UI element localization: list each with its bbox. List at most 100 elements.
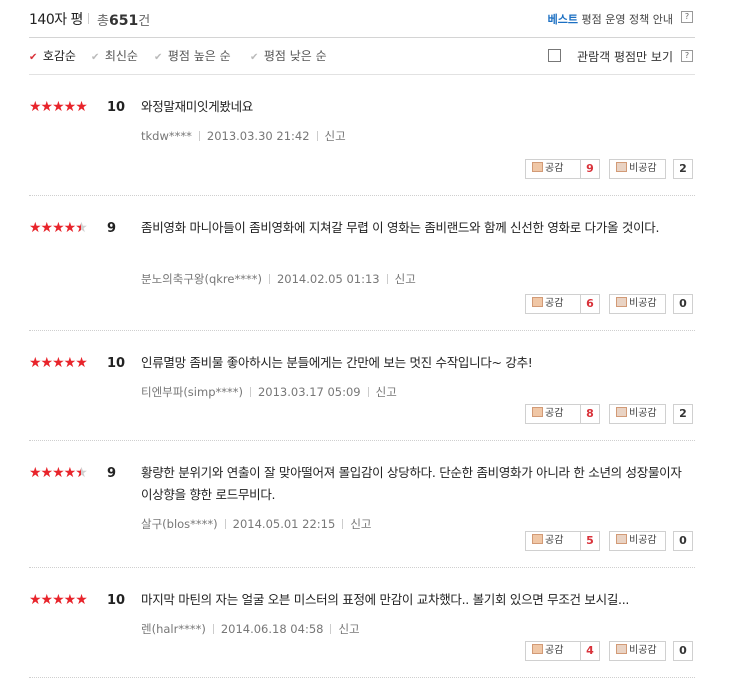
review-text: 마지막 마틴의 자는 얼굴 오븐 미스터의 표정에 만감이 교차했다.. 볼기회… — [141, 592, 630, 607]
review-date: 2013.03.17 05:09 — [257, 385, 361, 399]
report-link[interactable]: 신고 — [350, 517, 371, 531]
dislike-button[interactable]: 비공감 — [609, 404, 666, 424]
divider — [212, 624, 214, 634]
policy-label: 평점 운영 정책 안내 — [581, 13, 673, 26]
thumbs-up-icon — [532, 297, 543, 307]
like-label: 공감 — [545, 408, 564, 419]
dislike-count: 2 — [673, 159, 693, 179]
thumbs-up-icon — [532, 644, 543, 654]
review-score: 9 — [107, 221, 117, 236]
dislike-count: 0 — [673, 294, 693, 314]
report-link[interactable]: 신고 — [376, 385, 397, 399]
like-count: 5 — [580, 531, 600, 551]
help-icon[interactable]: ? — [681, 50, 693, 62]
like-count: 4 — [580, 641, 600, 661]
divider — [316, 131, 318, 141]
divider — [249, 387, 251, 397]
section-title: 140자 평 — [29, 12, 83, 28]
divider — [224, 519, 226, 529]
review-author[interactable]: 티엔부파(simp****) — [141, 385, 243, 399]
policy-link[interactable]: 베스트 평점 운영 정책 안내 — [548, 11, 673, 27]
star-rating-icon: ★★★★★ — [29, 355, 88, 371]
dislike-button[interactable]: 비공감 — [609, 159, 666, 179]
dislike-label: 비공감 — [629, 163, 657, 174]
review-item: ★★★★★ 10 와정말재미잇게봤네요 tkdw**** 2013.03.30 21:4… — [29, 75, 695, 196]
sort-option-low[interactable]: ✔ 평점 낮은 순 — [250, 47, 327, 64]
review-date: 2013.03.30 21:42 — [206, 129, 310, 143]
thumbs-down-icon — [616, 644, 627, 654]
dislike-label: 비공감 — [629, 298, 657, 309]
review-item: ★★★★★ 10 인류멸망 좀비물 좋아하시는 분들에게는 간만에 보는 멋진 수작… — [29, 331, 695, 441]
star-rating-icon: ★★★★★★ — [29, 220, 88, 236]
divider — [386, 274, 388, 284]
review-item: ★★★★★ 10 마지막 마틴의 자는 얼굴 오븐 미스터의 표정에 만감이 교차했… — [29, 568, 695, 678]
thumbs-down-icon — [616, 162, 627, 172]
star-rating-icon: ★★★★★ — [29, 99, 88, 115]
like-label: 공감 — [545, 535, 564, 546]
review-meta: 티엔부파(simp****) 2013.03.17 05:09 신고 — [141, 384, 397, 400]
help-icon[interactable]: ? — [681, 11, 693, 23]
viewers-only-checkbox[interactable] — [548, 49, 561, 62]
review-score: 10 — [107, 356, 126, 371]
thumbs-up-icon — [532, 162, 543, 172]
like-count: 6 — [580, 294, 600, 314]
like-button[interactable]: 공감 — [525, 641, 581, 661]
review-item: ★★★★★★ 9 황량한 분위기와 연출이 잘 맞아떨어져 몰입감이 상당하다. 단… — [29, 441, 695, 568]
like-label: 공감 — [545, 163, 564, 174]
check-icon: ✔ — [250, 52, 259, 63]
best-label: 베스트 — [547, 13, 579, 26]
like-button[interactable]: 공감 — [525, 159, 581, 179]
sort-bar: ✔ 호감순 ✔ 최신순 ✔ 평점 높은 순 ✔ 평점 낮은 순 관람객 평점만 … — [29, 38, 695, 75]
review-text: 황량한 분위기와 연출이 잘 맞아떨어져 몰입감이 상당하다. 단순한 좀비영화… — [141, 465, 682, 502]
check-icon: ✔ — [91, 52, 100, 63]
review-header: 140자 평 총651건 베스트 평점 운영 정책 안내 ? — [29, 0, 695, 38]
divider — [88, 13, 89, 24]
review-meta: tkdw**** 2013.03.30 21:42 신고 — [141, 128, 346, 144]
like-button[interactable]: 공감 — [525, 531, 581, 551]
dislike-count: 0 — [673, 531, 693, 551]
review-author[interactable]: tkdw**** — [141, 129, 192, 143]
viewers-only-label[interactable]: 관람객 평점만 보기 — [577, 48, 673, 65]
review-text: 와정말재미잇게봤네요 — [141, 99, 254, 114]
review-author[interactable]: 렌(halr****) — [141, 622, 206, 636]
review-date: 2014.06.18 04:58 — [220, 622, 324, 636]
review-score: 10 — [107, 100, 126, 115]
sort-option-likes[interactable]: ✔ 호감순 — [29, 47, 76, 64]
report-link[interactable]: 신고 — [395, 272, 416, 286]
review-score: 10 — [107, 593, 126, 608]
total-suffix: 건 — [138, 14, 151, 29]
review-text: 인류멸망 좀비물 좋아하시는 분들에게는 간만에 보는 멋진 수작입니다~ 강추… — [141, 355, 533, 370]
dislike-count: 0 — [673, 641, 693, 661]
like-button[interactable]: 공감 — [525, 404, 581, 424]
sort-option-label: 호감순 — [42, 49, 76, 63]
review-author[interactable]: 분노의축구왕(qkre****) — [141, 272, 262, 286]
review-panel: 140자 평 총651건 베스트 평점 운영 정책 안내 ? ✔ 호감순 ✔ 최… — [0, 0, 739, 690]
dislike-label: 비공감 — [629, 535, 657, 546]
dislike-button[interactable]: 비공감 — [609, 641, 666, 661]
dislike-button[interactable]: 비공감 — [609, 294, 666, 314]
review-date: 2014.02.05 01:13 — [276, 272, 380, 286]
review-date: 2014.05.01 22:15 — [232, 517, 336, 531]
check-icon: ✔ — [29, 52, 38, 63]
sort-option-latest[interactable]: ✔ 최신순 — [91, 47, 138, 64]
like-button[interactable]: 공감 — [525, 294, 581, 314]
review-author[interactable]: 살구(blos****) — [141, 517, 218, 531]
divider — [342, 519, 344, 529]
divider — [198, 131, 200, 141]
dislike-label: 비공감 — [629, 645, 657, 656]
star-rating-icon: ★★★★★★ — [29, 465, 88, 481]
report-link[interactable]: 신고 — [338, 622, 359, 636]
report-link[interactable]: 신고 — [325, 129, 346, 143]
review-score: 9 — [107, 466, 117, 481]
sort-option-high[interactable]: ✔ 평점 높은 순 — [154, 47, 231, 64]
total-prefix: 총 — [97, 14, 109, 29]
thumbs-down-icon — [616, 534, 627, 544]
sort-option-label: 평점 높은 순 — [167, 49, 231, 63]
review-item: ★★★★★★ 9 좀비영화 마니아들이 좀비영화에 지쳐갈 무렵 이 영화는 좀비랜… — [29, 196, 695, 331]
divider — [367, 387, 369, 397]
sort-option-label: 평점 낮은 순 — [263, 49, 327, 63]
thumbs-down-icon — [616, 407, 627, 417]
dislike-button[interactable]: 비공감 — [609, 531, 666, 551]
sort-option-label: 최신순 — [104, 49, 138, 63]
thumbs-up-icon — [532, 407, 543, 417]
